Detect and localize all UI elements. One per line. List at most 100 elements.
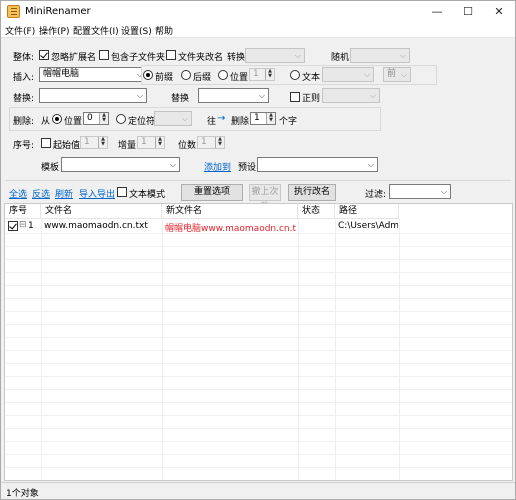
menu-file[interactable]: 文件(F) [5,24,35,37]
text-label: 文本 [302,73,321,83]
insert-text-select[interactable]: 帽帽电脑 ⌵ [39,67,147,82]
row-gridline [5,311,512,312]
add-to-preset-link[interactable]: 添加到 [204,160,231,173]
folder-rename-checkbox[interactable] [166,50,176,60]
front-value: 前 [387,69,397,79]
serial-start-value: 1 [84,137,90,147]
delete-count-spinner[interactable]: 1 ▲ ▼ [250,112,276,125]
title-bar: MiniRenamer — ☐ ✕ [1,1,515,23]
spin-arrows-icon[interactable]: ▲ ▼ [265,69,274,80]
menu-config-file[interactable]: 配置文件(I) [73,24,119,37]
spin-arrows-icon[interactable]: ▲ ▼ [155,137,164,148]
delete-position-spinner[interactable]: 0 ▲ ▼ [83,112,109,125]
row-gridline [5,337,512,338]
column-header-new-filename[interactable]: 新文件名 [162,204,298,219]
column-header-path[interactable]: 路径 [335,204,399,219]
insert-label: 插入: [13,73,35,83]
invert-selection-link[interactable]: 反选 [32,187,50,200]
row-checkbox[interactable] [8,221,18,231]
delete-position-radio[interactable] [52,114,62,124]
serial-increment-spinner[interactable]: 1 ▲ ▼ [137,136,165,149]
chevron-down-icon: ⌵ [440,187,447,196]
prefix-label: 前缀 [155,73,174,83]
filter-select[interactable]: ⌵ [389,184,451,199]
serial-start-checkbox[interactable] [41,138,51,148]
menu-bar: 文件(F) 操作(P) 配置文件(I) 设置(S) 帮助 [1,23,515,38]
spin-arrows-icon[interactable]: ▲ ▼ [215,137,224,148]
text-radio[interactable] [290,70,300,80]
insert-text-combo[interactable]: ⌵ [322,67,374,82]
random-label: 随机 [331,53,350,63]
suffix-label: 后缀 [193,73,212,83]
menu-operation[interactable]: 操作(P) [39,24,69,37]
locate-char-radio[interactable] [116,114,126,124]
spin-arrows-icon[interactable]: ▲ ▼ [98,137,107,148]
preset-select[interactable]: ⌵ [257,157,378,172]
regex-label: 正则 [302,94,321,104]
locate-char-select[interactable]: ⌵ [154,111,192,126]
chevron-down-icon: ⌵ [399,51,406,60]
delete-chars-label: 个字 [279,117,298,127]
main-window: MiniRenamer — ☐ ✕ 文件(F) 操作(P) 配置文件(I) 设置… [0,0,516,500]
regex-select[interactable]: ⌵ [322,88,380,103]
ignore-ext-checkbox[interactable] [39,50,49,60]
column-header-filename[interactable]: 文件名 [41,204,162,219]
serial-digits-value: 1 [201,137,207,147]
undo-last-button[interactable]: 撤上次改 [249,184,281,212]
serial-start-spinner[interactable]: 1 ▲ ▼ [80,136,108,149]
convert-label: 转换 [227,53,246,63]
serial-digits-label: 位数 [178,141,197,151]
reset-options-button[interactable]: 重置选项 [181,184,243,201]
row-gridline [5,350,512,351]
row-gridline [5,246,512,247]
random-select[interactable]: ⌵ [350,48,410,63]
row-gridline [5,467,512,468]
include-subfolders-checkbox[interactable] [99,50,109,60]
chevron-down-icon: ⌵ [294,51,301,60]
replace-with-select[interactable]: ⌵ [198,88,269,103]
row-index: 1 [28,221,34,231]
chevron-down-icon: ⌵ [400,70,407,79]
execute-rename-button[interactable]: 执行改名 [288,184,336,201]
row-gridline [5,402,512,403]
text-mode-checkbox[interactable] [117,187,127,197]
column-header-status[interactable]: 状态 [298,204,335,219]
suffix-radio[interactable] [181,70,191,80]
position-label: 位置 [230,73,249,83]
window-title: MiniRenamer [25,6,91,17]
insert-position-spinner[interactable]: 1 ▲ ▼ [249,68,275,81]
serial-start-label: 起始值 [53,141,81,151]
row-gridline [5,298,512,299]
direction-arrow-icon[interactable]: → [217,113,225,124]
spin-arrows-icon[interactable]: ▲ ▼ [266,113,275,124]
import-export-link[interactable]: 导入导出 [79,187,115,200]
maximize-button[interactable]: ☐ [453,1,483,23]
serial-digits-spinner[interactable]: 1 ▲ ▼ [197,136,225,149]
regex-checkbox[interactable] [290,92,300,102]
spin-arrows-icon[interactable]: ▲ ▼ [99,113,108,124]
delete-label: 删除: [13,117,35,127]
include-subfolders-label: 包含子文件夹 [111,53,166,63]
front-select[interactable]: 前 ⌵ [383,67,411,82]
row-gridline [5,272,512,273]
minimize-button[interactable]: — [422,1,452,23]
position-radio[interactable] [218,70,228,80]
chevron-down-icon: ⌵ [369,91,376,100]
column-header-index[interactable]: 序号 [5,204,41,219]
insert-position-value: 1 [253,69,259,79]
template-select[interactable]: ⌵ [61,157,180,172]
convert-select[interactable]: ⌵ [245,48,305,63]
menu-help[interactable]: 帮助 [155,24,173,37]
template-label: 模板 [41,163,60,173]
divider [5,180,511,181]
row-filename: www.maomaodn.cn.txt [44,221,148,231]
prefix-radio[interactable] [143,70,153,80]
refresh-link[interactable]: 刷新 [55,187,73,200]
select-all-link[interactable]: 全选 [9,187,27,200]
replace-find-select[interactable]: ⌵ [39,88,147,103]
delete-to-label: 往 [207,117,217,127]
tree-icon: ⊟ [19,220,27,230]
menu-settings[interactable]: 设置(S) [121,24,152,37]
filter-label: 过滤: [365,190,387,200]
close-button[interactable]: ✕ [484,1,514,23]
